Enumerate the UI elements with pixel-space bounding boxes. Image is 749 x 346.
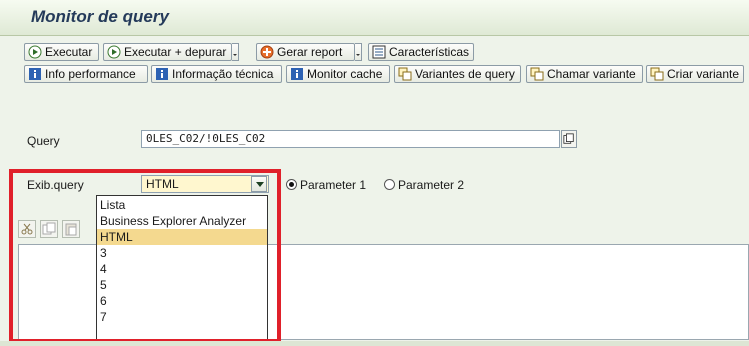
copy-icon: [42, 222, 56, 235]
dropdown-option[interactable]: 4: [97, 261, 267, 277]
create-variant-button-label: Criar variante: [667, 67, 740, 81]
info-performance-button[interactable]: Info performance: [24, 65, 148, 83]
execute-debug-button-label: Executar + depurar: [124, 45, 227, 59]
variant-icon: [530, 67, 544, 81]
cut-button[interactable]: [18, 220, 36, 238]
dropdown-option[interactable]: 6: [97, 293, 267, 309]
execute-button-label: Executar: [45, 45, 93, 59]
display-label: Exib.query: [27, 178, 84, 192]
call-variant-button-label: Chamar variante: [547, 67, 636, 81]
technical-info-button[interactable]: Informação técnica: [151, 65, 282, 83]
display-dropdown-list[interactable]: Lista Business Explorer Analyzer HTML 3 …: [96, 195, 268, 343]
info-icon: [291, 68, 303, 80]
dropdown-option[interactable]: Business Explorer Analyzer: [97, 213, 267, 229]
paste-button[interactable]: [62, 220, 80, 238]
chevron-down-icon[interactable]: [251, 176, 267, 192]
characteristics-button[interactable]: Características: [368, 43, 474, 61]
generate-report-button-label: Gerar report: [277, 45, 343, 59]
parameter2-radio[interactable]: [384, 179, 395, 190]
execute-button[interactable]: Executar: [24, 43, 99, 61]
dropdown-option-selected[interactable]: HTML: [97, 229, 267, 245]
dropdown-option[interactable]: 7: [97, 309, 267, 325]
generate-report-dropdown[interactable]: [355, 43, 362, 61]
page-title: Monitor de query: [31, 7, 169, 26]
execute-icon: [28, 45, 42, 59]
query-variants-button-label: Variantes de query: [415, 67, 515, 81]
dropdown-option[interactable]: 3: [97, 245, 267, 261]
parameter1-radio[interactable]: [286, 179, 297, 190]
generate-report-icon: [260, 45, 274, 59]
scissors-icon: [21, 223, 33, 235]
query-label: Query: [27, 134, 60, 148]
paste-icon: [65, 223, 77, 236]
cache-monitor-button-label: Monitor cache: [307, 67, 383, 81]
display-selected-value: HTML: [146, 177, 179, 191]
info-icon: [156, 68, 168, 80]
display-select[interactable]: HTML: [141, 175, 269, 193]
generate-report-button[interactable]: Gerar report: [256, 43, 355, 61]
copy-button[interactable]: [40, 220, 58, 238]
create-variant-button[interactable]: Criar variante: [646, 65, 744, 83]
query-search-help-button[interactable]: [561, 130, 577, 148]
call-variant-button[interactable]: Chamar variante: [526, 65, 643, 83]
execute-debug-icon: [107, 45, 121, 59]
technical-info-button-label: Informação técnica: [172, 67, 274, 81]
copy-icon: [563, 133, 574, 144]
bottom-divider: [0, 341, 749, 346]
variant-icon: [650, 67, 664, 81]
parameter1-label: Parameter 1: [300, 178, 367, 192]
dropdown-option[interactable]: Lista: [97, 197, 267, 213]
query-variants-button[interactable]: Variantes de query: [394, 65, 521, 83]
execute-debug-button[interactable]: Executar + depurar: [103, 43, 232, 61]
parameter2-label: Parameter 2: [398, 178, 465, 192]
info-icon: [29, 68, 41, 80]
cache-monitor-button[interactable]: Monitor cache: [286, 65, 390, 83]
execute-debug-dropdown[interactable]: [232, 43, 239, 61]
characteristics-button-label: Características: [389, 45, 470, 59]
info-performance-button-label: Info performance: [45, 67, 136, 81]
title-bar: Monitor de query: [0, 0, 749, 36]
characteristics-icon: [372, 45, 386, 59]
query-input[interactable]: 0LES_C02/!0LES_C02: [141, 130, 560, 148]
dropdown-option[interactable]: 5: [97, 277, 267, 293]
variant-icon: [398, 67, 412, 81]
